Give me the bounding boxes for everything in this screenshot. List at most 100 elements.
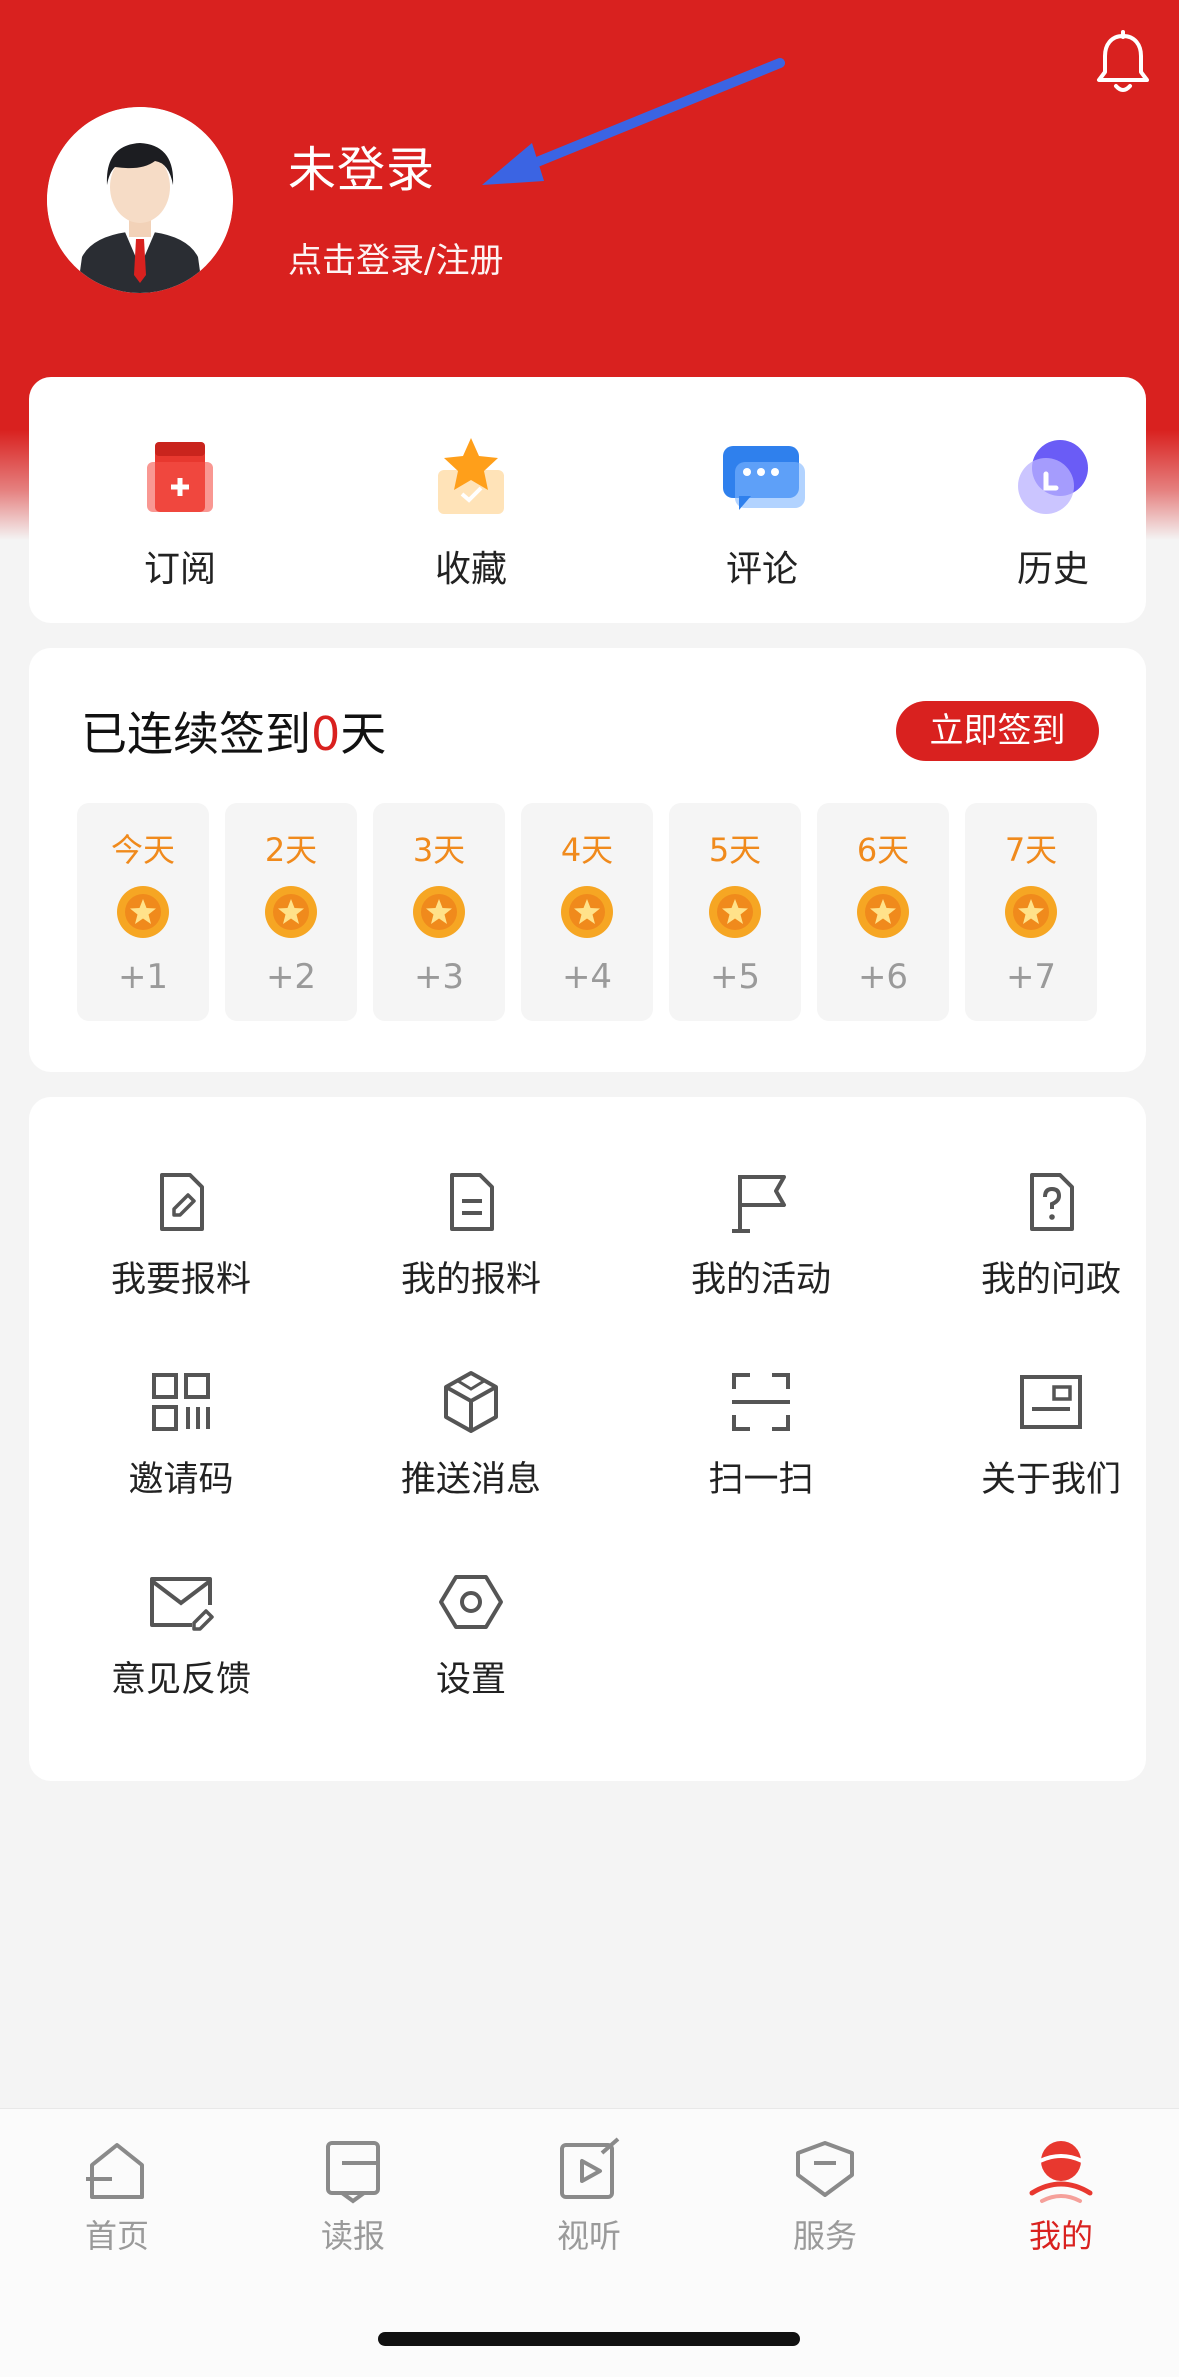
checkin-title: 已连续签到0天 bbox=[81, 698, 386, 764]
menu-push-messages-label: 推送消息 bbox=[400, 1460, 541, 1500]
menu-feedback-label: 意见反馈 bbox=[110, 1660, 251, 1700]
star-favorite-icon bbox=[438, 438, 504, 514]
menu-my-tips[interactable]: 我的报料 bbox=[351, 1167, 591, 1317]
tab-video[interactable]: 视听 bbox=[499, 2135, 679, 2265]
avatar[interactable] bbox=[47, 107, 233, 293]
home-indicator[interactable] bbox=[378, 2332, 800, 2346]
menu-scan[interactable]: 扫一扫 bbox=[641, 1367, 881, 1517]
coin-icon bbox=[265, 886, 317, 938]
menu-submit-tip[interactable]: 我要报料 bbox=[61, 1167, 301, 1317]
checkin-day: 5天 +5 bbox=[669, 803, 801, 1021]
quick-subscribe[interactable]: 订阅 bbox=[80, 432, 280, 590]
day-points: +7 bbox=[1005, 957, 1057, 997]
day-label: 2天 bbox=[264, 831, 318, 869]
clock-history-icon bbox=[1018, 440, 1088, 514]
menu-my-activities[interactable]: 我的活动 bbox=[641, 1167, 881, 1317]
day-points: +1 bbox=[117, 957, 169, 997]
checkin-day: 6天 +6 bbox=[817, 803, 949, 1021]
coin-icon bbox=[857, 886, 909, 938]
scan-icon bbox=[732, 1373, 790, 1431]
login-register-link[interactable]: 点击登录/注册 bbox=[288, 233, 503, 282]
menu-about-us-label: 关于我们 bbox=[980, 1460, 1121, 1500]
checkin-day: 4天 +4 bbox=[521, 803, 653, 1021]
menu-my-inquiries[interactable]: 我的问政 bbox=[931, 1167, 1171, 1317]
annotation-arrow-icon bbox=[482, 58, 785, 185]
tab-services-label: 服务 bbox=[792, 2217, 857, 2255]
coin-icon bbox=[1005, 886, 1057, 938]
checkin-title-prefix: 已连续签到 bbox=[81, 707, 311, 761]
mail-edit-icon bbox=[150, 1577, 214, 1631]
services-menu-card: 我要报料 我的报料 我的活动 我的问政 邀请码 推送消息 扫一扫 关于我们 意见… bbox=[29, 1097, 1146, 1781]
document-icon bbox=[450, 1173, 494, 1231]
tab-video-label: 视听 bbox=[556, 2217, 621, 2255]
day-label: 7天 bbox=[1004, 831, 1058, 869]
checkin-day: 2天 +2 bbox=[225, 803, 357, 1021]
day-points: +5 bbox=[709, 957, 761, 997]
quick-favorites-label: 收藏 bbox=[434, 549, 507, 590]
settings-hexagon-icon bbox=[439, 1575, 503, 1629]
video-play-icon bbox=[560, 2137, 620, 2199]
cube-icon bbox=[444, 1371, 498, 1433]
day-label: 3天 bbox=[412, 831, 466, 869]
tab-profile[interactable]: 我的 bbox=[971, 2135, 1151, 2265]
menu-about-us[interactable]: 关于我们 bbox=[931, 1367, 1171, 1517]
day-label: 今天 bbox=[110, 831, 175, 869]
day-label: 5天 bbox=[708, 831, 762, 869]
tab-services[interactable]: 服务 bbox=[735, 2135, 915, 2265]
quick-history[interactable]: 历史 bbox=[953, 432, 1153, 590]
bell-icon[interactable] bbox=[1093, 30, 1153, 98]
checkin-streak-count: 0 bbox=[311, 707, 341, 761]
tab-newspaper-label: 读报 bbox=[320, 2217, 385, 2255]
home-icon bbox=[86, 2143, 144, 2199]
tab-profile-label: 我的 bbox=[1028, 2217, 1093, 2255]
day-label: 4天 bbox=[560, 831, 614, 869]
info-card-icon bbox=[1020, 1375, 1082, 1429]
coin-icon bbox=[561, 886, 613, 938]
coin-icon bbox=[413, 886, 465, 938]
edit-document-icon bbox=[160, 1173, 204, 1231]
menu-settings[interactable]: 设置 bbox=[351, 1567, 591, 1717]
quick-comments[interactable]: 评论 bbox=[662, 432, 862, 590]
menu-feedback[interactable]: 意见反馈 bbox=[61, 1567, 301, 1717]
subscribe-icon bbox=[147, 442, 213, 512]
day-points: +4 bbox=[561, 957, 613, 997]
comment-bubble-icon bbox=[723, 446, 805, 510]
menu-invite-code-label: 邀请码 bbox=[128, 1460, 234, 1500]
menu-submit-tip-label: 我要报料 bbox=[110, 1260, 251, 1300]
profile-icon bbox=[1029, 2141, 1093, 2203]
menu-push-messages[interactable]: 推送消息 bbox=[351, 1367, 591, 1517]
day-points: +2 bbox=[265, 957, 317, 997]
quick-actions-card: 订阅 收藏 评论 历史 bbox=[29, 377, 1146, 623]
user-avatar-icon bbox=[47, 107, 233, 293]
tab-home[interactable]: 首页 bbox=[27, 2135, 207, 2265]
menu-settings-label: 设置 bbox=[435, 1660, 506, 1700]
menu-invite-code[interactable]: 邀请码 bbox=[61, 1367, 301, 1517]
tab-newspaper[interactable]: 读报 bbox=[263, 2135, 443, 2265]
newspaper-icon bbox=[326, 2141, 380, 2204]
qr-code-icon bbox=[152, 1373, 210, 1431]
checkin-title-suffix: 天 bbox=[340, 707, 387, 761]
day-points: +3 bbox=[413, 957, 465, 997]
quick-subscribe-label: 订阅 bbox=[143, 549, 216, 590]
service-icon bbox=[796, 2141, 854, 2197]
checkin-day: 7天 +7 bbox=[965, 803, 1097, 1021]
menu-my-activities-label: 我的活动 bbox=[690, 1260, 831, 1300]
checkin-day: 3天 +3 bbox=[373, 803, 505, 1021]
user-name[interactable]: 未登录 bbox=[288, 130, 435, 200]
quick-comments-label: 评论 bbox=[725, 549, 798, 590]
day-points: +6 bbox=[857, 957, 909, 997]
quick-favorites[interactable]: 收藏 bbox=[371, 432, 571, 590]
flag-icon bbox=[732, 1175, 786, 1233]
coin-icon bbox=[117, 886, 169, 938]
checkin-card: 已连续签到0天 立即签到 今天 +1 2天 +2 3天 +3 4天 +4 5天 … bbox=[29, 648, 1146, 1072]
menu-my-inquiries-label: 我的问政 bbox=[980, 1260, 1121, 1300]
coin-icon bbox=[709, 886, 761, 938]
day-label: 6天 bbox=[856, 831, 910, 869]
checkin-day: 今天 +1 bbox=[77, 803, 209, 1021]
tab-home-label: 首页 bbox=[84, 2217, 149, 2255]
checkin-button[interactable]: 立即签到 bbox=[896, 701, 1099, 761]
menu-scan-label: 扫一扫 bbox=[708, 1460, 814, 1500]
quick-history-label: 历史 bbox=[1016, 549, 1089, 590]
question-document-icon bbox=[1030, 1173, 1074, 1231]
menu-my-tips-label: 我的报料 bbox=[400, 1260, 541, 1300]
